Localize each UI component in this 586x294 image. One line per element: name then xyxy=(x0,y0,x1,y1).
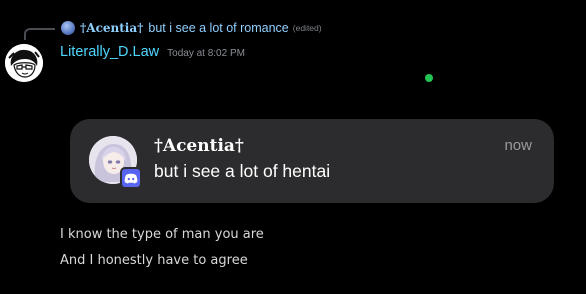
notification-body: but i see a lot of hentai xyxy=(154,161,331,181)
caption-line-2: And I honestly have to agree xyxy=(60,253,248,268)
timestamp[interactable]: Today at 8:02 PM xyxy=(167,48,245,59)
avatar-drawing xyxy=(5,44,43,82)
reply-edited-tag: (edited) xyxy=(292,23,322,33)
notification-title: †Acentia† xyxy=(154,136,244,156)
username[interactable]: Literally_D.Law xyxy=(60,44,159,60)
reply-preview[interactable]: †Acentia† but i see a lot of romance (ed… xyxy=(61,20,322,36)
reply-author-avatar-icon xyxy=(61,21,75,35)
reply-author[interactable]: †Acentia† xyxy=(80,21,143,35)
message-header: Literally_D.Law Today at 8:02 PM xyxy=(60,44,245,62)
avatar[interactable] xyxy=(5,44,43,82)
reply-content[interactable]: but i see a lot of romance xyxy=(148,21,288,35)
discord-glyph xyxy=(124,173,138,183)
online-status-icon xyxy=(425,74,433,82)
notification-time: now xyxy=(504,137,532,154)
discord-logo-icon xyxy=(120,167,142,189)
notification-card: †Acentia† but i see a lot of hentai now xyxy=(70,119,554,203)
reply-connector xyxy=(24,28,55,40)
caption-line-1: I know the type of man you are xyxy=(60,227,264,242)
